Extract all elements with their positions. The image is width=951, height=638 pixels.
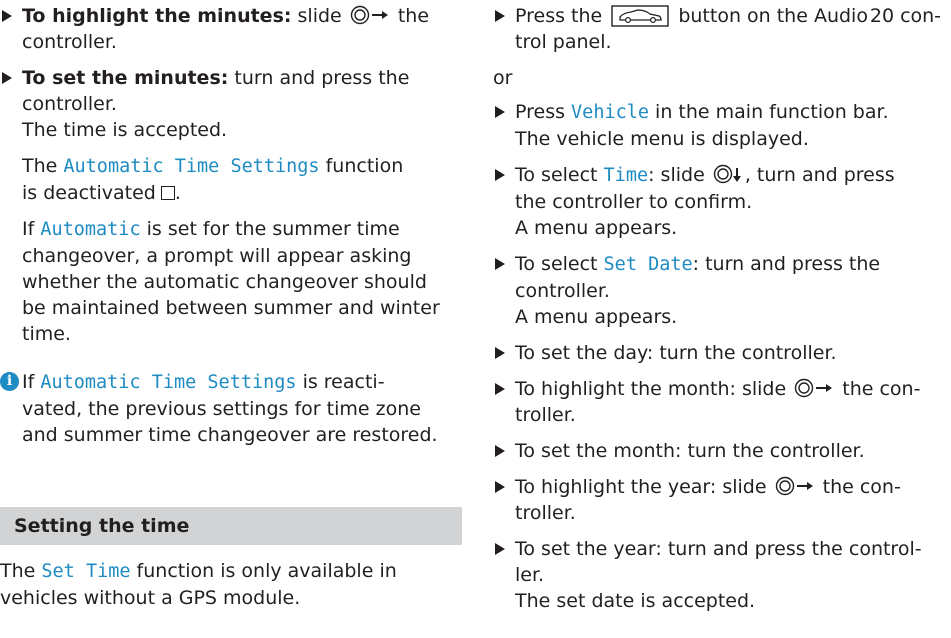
right-column: Press the button on the Audio 20 con- tr… [493,3,951,624]
triangle-bullet-icon [495,10,505,22]
controller-slide-right-icon [775,476,813,496]
step-select-time: To select Time: slide , turn and press t… [493,162,951,241]
step-set-year: To set the year: turn and press the cont… [493,536,951,614]
section-heading: Setting the time [0,507,462,545]
triangle-bullet-icon [2,72,12,84]
automatic-time-settings-label: Automatic Time Settings [63,156,320,177]
step-press-vehicle-button: Press the button on the Audio 20 con- tr… [493,3,951,55]
controller-slide-right-icon [350,5,388,25]
step-highlight-month: To highlight the month: slide the con- t… [493,376,951,428]
step-set-minutes: To set the minutes: turn and press the c… [0,65,468,347]
checkbox-empty-icon [160,186,175,200]
triangle-bullet-icon [495,169,505,181]
controller-slide-right-icon [795,378,833,398]
triangle-bullet-icon [495,383,505,395]
triangle-bullet-icon [495,481,505,493]
step-title: To highlight the minutes: [22,5,292,27]
left-column: To highlight the minutes: slide the cont… [0,3,468,448]
vehicle-button-icon [611,5,669,27]
step-press-vehicle: Press Vehicle in the main function bar. … [493,99,951,152]
info-note: i If Automatic Time Settings is reacti- … [0,369,468,448]
step-highlight-year: To highlight the year: slide the con- tr… [493,474,951,526]
set-time-paragraph: The Set Time function is only available … [0,560,397,609]
automatic-label: Automatic [40,219,141,240]
vehicle-label: Vehicle [571,102,650,123]
step-title: To set the minutes: [22,67,229,89]
info-icon: i [0,372,19,391]
or-separator: or [493,67,513,89]
set-date-label: Set Date [603,254,693,275]
triangle-bullet-icon [495,347,505,359]
triangle-bullet-icon [495,258,505,270]
automatic-time-settings-label: Automatic Time Settings [40,372,297,393]
step-select-set-date: To select Set Date: turn and press the c… [493,251,951,330]
controller-slide-down-icon [713,164,741,184]
time-label: Time [603,165,649,186]
triangle-bullet-icon [495,106,505,118]
set-time-label: Set Time [41,561,131,582]
step-highlight-minutes: To highlight the minutes: slide the cont… [0,3,468,55]
triangle-bullet-icon [2,10,12,22]
triangle-bullet-icon [495,445,505,457]
step-set-month: To set the month: turn the controller. [493,438,951,464]
triangle-bullet-icon [495,543,505,555]
step-set-day: To set the day: turn the controller. [493,340,951,366]
